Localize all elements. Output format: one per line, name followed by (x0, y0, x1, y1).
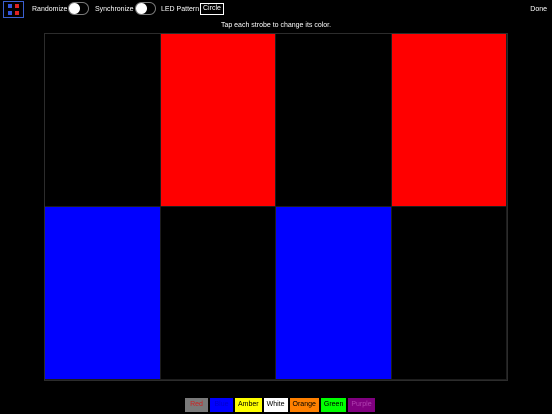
color-swatch-amber[interactable]: Amber (235, 398, 262, 412)
strobe-cell[interactable] (391, 207, 507, 380)
randomize-label: Randomize (32, 6, 68, 13)
toggle-knob (69, 3, 80, 14)
strobe-cell[interactable] (276, 207, 392, 380)
strobe-cell[interactable] (276, 34, 392, 207)
strobe-cell[interactable] (160, 207, 276, 380)
color-swatch-orange[interactable]: Orange (289, 398, 319, 412)
app-icon[interactable] (3, 1, 24, 18)
strobe-cell[interactable] (45, 207, 161, 380)
strobe-cell[interactable] (391, 34, 507, 207)
strobe-cell[interactable] (45, 34, 161, 207)
icon-square (8, 11, 12, 15)
icon-square (15, 11, 19, 15)
synchronize-label: Synchronize (95, 6, 134, 13)
color-palette: Red Blue Amber White Orange Green Purple (185, 398, 375, 412)
randomize-toggle[interactable] (68, 2, 89, 15)
strobe-cell[interactable] (160, 34, 276, 207)
led-pattern-select[interactable]: Circle (200, 3, 224, 15)
color-swatch-purple[interactable]: Purple (348, 398, 375, 412)
icon-square (8, 4, 12, 8)
done-button[interactable]: Done (530, 5, 547, 14)
icon-square (15, 4, 19, 8)
synchronize-toggle[interactable] (135, 2, 156, 15)
color-swatch-blue[interactable]: Blue (210, 398, 233, 412)
led-pattern-label: LED Pattern (161, 6, 200, 13)
strobe-grid (44, 33, 508, 381)
color-swatch-white[interactable]: White (263, 398, 288, 412)
instruction-text: Tap each strobe to change its color. (220, 22, 332, 29)
toggle-knob (136, 3, 147, 14)
color-swatch-red[interactable]: Red (185, 398, 208, 412)
color-swatch-green[interactable]: Green (320, 398, 347, 412)
